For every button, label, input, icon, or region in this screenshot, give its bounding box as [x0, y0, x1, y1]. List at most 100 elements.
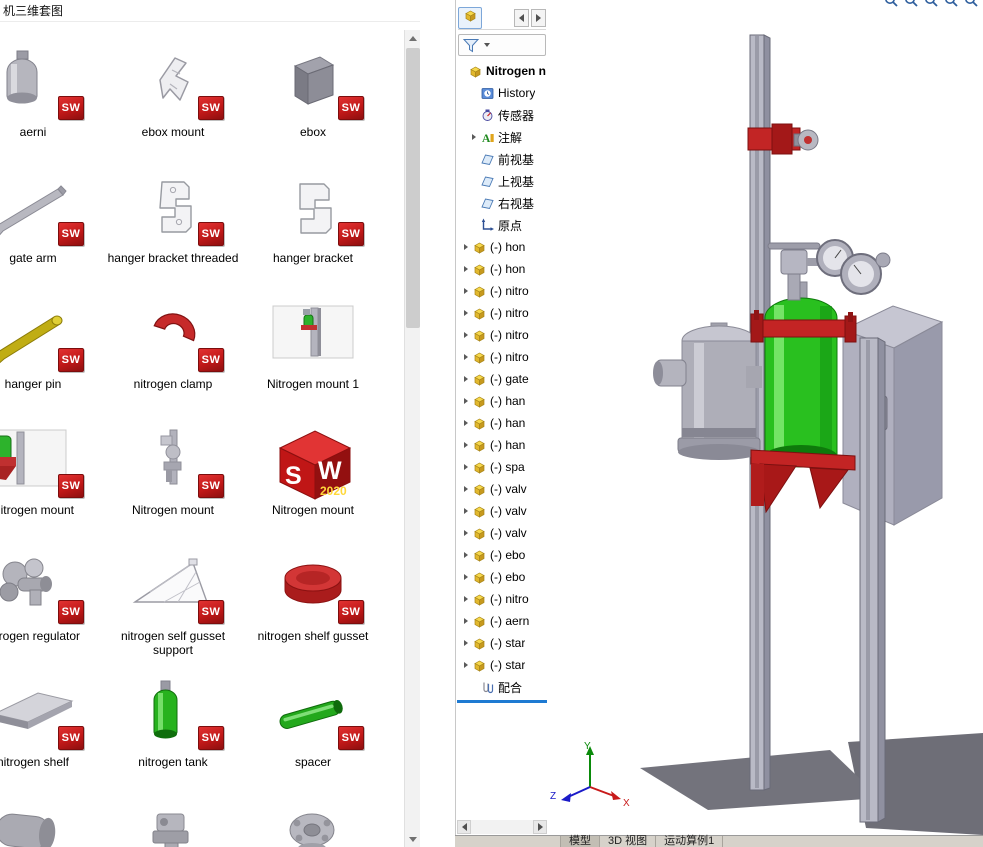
tree-folder[interactable]: History — [456, 82, 548, 104]
file-item[interactable]: SW Nitrogen mount — [0, 418, 103, 544]
file-item[interactable]: SW hanger bracket threaded — [103, 166, 243, 292]
tree-mates[interactable]: 配合 — [456, 676, 548, 698]
expand-arrow-icon[interactable] — [464, 244, 468, 250]
scrollbar-thumb[interactable] — [406, 48, 420, 328]
tab-scroll-left-button[interactable] — [514, 8, 529, 27]
top-bracket-model — [747, 123, 819, 155]
tree-component[interactable]: (-) ebo — [456, 566, 548, 588]
expand-arrow-icon[interactable] — [464, 574, 468, 580]
file-item[interactable]: SW — [0, 796, 103, 847]
rotate-view-icon[interactable] — [944, 0, 959, 8]
scroll-right-button[interactable] — [533, 820, 547, 834]
document-tab[interactable]: 运动算例1 — [656, 836, 724, 847]
featuremanager-tab[interactable] — [458, 6, 482, 29]
tree-component[interactable]: (-) aern — [456, 610, 548, 632]
file-item-label: nitrogen shelf — [0, 755, 70, 769]
tab-scroll-right-button[interactable] — [531, 8, 546, 27]
scrollbar-track[interactable] — [471, 820, 533, 834]
document-tab[interactable]: 模型 — [560, 836, 600, 847]
file-item[interactable]: SW nitrogen self gusset support — [103, 544, 243, 670]
tree-folder[interactable]: A 注解 — [456, 126, 548, 148]
expand-arrow-icon[interactable] — [464, 266, 468, 272]
expand-arrow-icon[interactable] — [464, 596, 468, 602]
tree-component[interactable]: (-) nitro — [456, 588, 548, 610]
file-item[interactable]: S W 2020 Nitrogen mount — [243, 418, 383, 544]
tree-component[interactable]: (-) hon — [456, 236, 548, 258]
file-item[interactable]: SW gate arm — [0, 166, 103, 292]
tree-component[interactable]: (-) valv — [456, 500, 548, 522]
tree-folder[interactable]: 右视基 — [456, 192, 548, 214]
tree-component[interactable]: (-) nitro — [456, 346, 548, 368]
expand-arrow-icon[interactable] — [464, 310, 468, 316]
tree-folder[interactable]: 传感器 — [456, 104, 548, 126]
expand-arrow-icon[interactable] — [464, 376, 468, 382]
viewport-canvas[interactable]: Y X Z — [548, 0, 983, 835]
file-item[interactable]: SW nitrogen tank — [103, 670, 243, 796]
expand-arrow-icon[interactable] — [464, 530, 468, 536]
tree-folder[interactable]: 上视基 — [456, 170, 548, 192]
tree-horizontal-scrollbar[interactable] — [457, 820, 547, 834]
pan-icon[interactable] — [924, 0, 939, 8]
expand-arrow-icon[interactable] — [464, 354, 468, 360]
zoom-to-fit-icon[interactable] — [884, 0, 899, 8]
regulator-gauges-model — [767, 239, 891, 301]
part-icon — [472, 284, 487, 299]
file-item[interactable]: SW nitrogen clamp — [103, 292, 243, 418]
expand-arrow-icon[interactable] — [464, 508, 468, 514]
file-item[interactable]: SW hanger pin — [0, 292, 103, 418]
file-item[interactable]: SW nitrogen shelf — [0, 670, 103, 796]
file-item[interactable]: Nitrogen mount 1 — [243, 292, 383, 418]
tree-component[interactable]: (-) star — [456, 632, 548, 654]
tree-component[interactable]: (-) hon — [456, 258, 548, 280]
file-item[interactable]: SW aerni — [0, 40, 103, 166]
file-item[interactable]: SW — [243, 796, 383, 847]
file-item[interactable]: SW ebox — [243, 40, 383, 166]
tree-component[interactable]: (-) valv — [456, 478, 548, 500]
tree-component[interactable]: (-) han — [456, 434, 548, 456]
document-tab[interactable]: 3D 视图 — [600, 836, 657, 847]
expand-arrow-icon[interactable] — [464, 464, 468, 470]
file-item[interactable]: SW spacer — [243, 670, 383, 796]
scroll-left-button[interactable] — [457, 820, 471, 834]
tree-component[interactable]: (-) nitro — [456, 302, 548, 324]
file-item[interactable]: SW — [103, 796, 243, 847]
tree-component[interactable]: (-) valv — [456, 522, 548, 544]
expand-arrow-icon[interactable] — [464, 618, 468, 624]
expand-arrow-icon[interactable] — [464, 640, 468, 646]
scroll-up-button[interactable] — [405, 30, 420, 46]
file-item[interactable]: SW ebox mount — [103, 40, 243, 166]
zoom-area-icon[interactable] — [904, 0, 919, 8]
tree-component[interactable]: (-) nitro — [456, 324, 548, 346]
file-item[interactable]: SW nitrogen regulator — [0, 544, 103, 670]
file-item-label: ebox mount — [141, 125, 205, 139]
scroll-left-icon — [461, 823, 467, 831]
tree-component[interactable]: (-) ebo — [456, 544, 548, 566]
expand-arrow-icon[interactable] — [464, 398, 468, 404]
scroll-down-button[interactable] — [405, 831, 420, 847]
tree-component[interactable]: (-) han — [456, 412, 548, 434]
expand-arrow-icon[interactable] — [464, 486, 468, 492]
tree-component[interactable]: (-) nitro — [456, 280, 548, 302]
expand-arrow-icon[interactable] — [464, 442, 468, 448]
rollback-bar[interactable] — [457, 700, 547, 703]
view-settings-icon[interactable] — [964, 0, 979, 8]
file-item[interactable]: SW hanger bracket — [243, 166, 383, 292]
tree-folder[interactable]: 原点 — [456, 214, 548, 236]
chevron-down-icon[interactable] — [484, 43, 490, 47]
expand-arrow-icon[interactable] — [472, 134, 476, 140]
file-item[interactable]: SW Nitrogen mount — [103, 418, 243, 544]
file-item[interactable]: SW nitrogen shelf gusset — [243, 544, 383, 670]
expand-arrow-icon[interactable] — [464, 332, 468, 338]
file-panel-scrollbar[interactable] — [404, 30, 420, 847]
tree-folder[interactable]: 前视基 — [456, 148, 548, 170]
expand-arrow-icon[interactable] — [464, 420, 468, 426]
tree-component[interactable]: (-) star — [456, 654, 548, 676]
tree-root[interactable]: Nitrogen n — [456, 60, 548, 82]
tree-filter-bar[interactable] — [458, 34, 546, 56]
expand-arrow-icon[interactable] — [464, 662, 468, 668]
expand-arrow-icon[interactable] — [464, 288, 468, 294]
tree-component[interactable]: (-) gate — [456, 368, 548, 390]
tree-component[interactable]: (-) spa — [456, 456, 548, 478]
tree-component[interactable]: (-) han — [456, 390, 548, 412]
expand-arrow-icon[interactable] — [464, 552, 468, 558]
